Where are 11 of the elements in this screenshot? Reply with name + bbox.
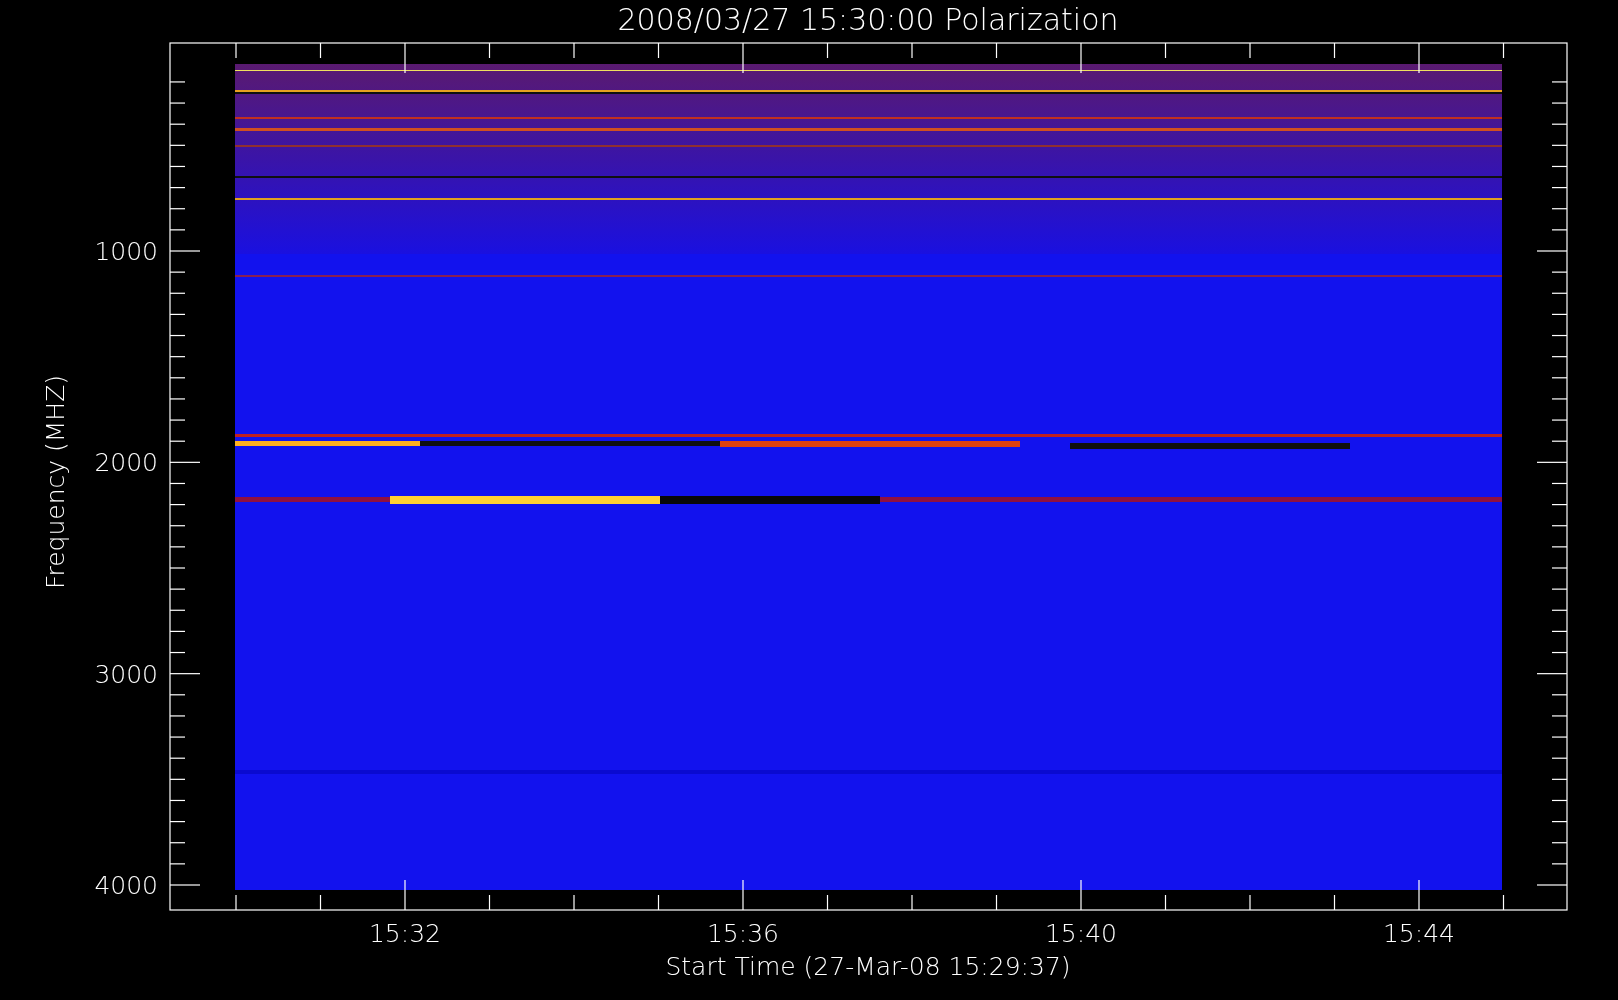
tick-label: 1000 xyxy=(94,237,158,266)
tick-label: 15:32 xyxy=(369,919,441,948)
axis-label: Frequency (MHZ) xyxy=(41,374,70,590)
tick-label: 3000 xyxy=(94,659,158,689)
tick-label: 2000 xyxy=(94,448,158,478)
tick-label: 15:44 xyxy=(1383,919,1455,948)
tick-label: 15:40 xyxy=(1045,919,1117,948)
plot-title: 2008/03/27 15:30:00 Polarization xyxy=(617,2,1119,37)
tick-label: 15:36 xyxy=(707,919,779,948)
tick-label: 4000 xyxy=(94,871,158,900)
axis-label: Start Time (27-Mar-08 15:29:37) xyxy=(665,952,1071,981)
